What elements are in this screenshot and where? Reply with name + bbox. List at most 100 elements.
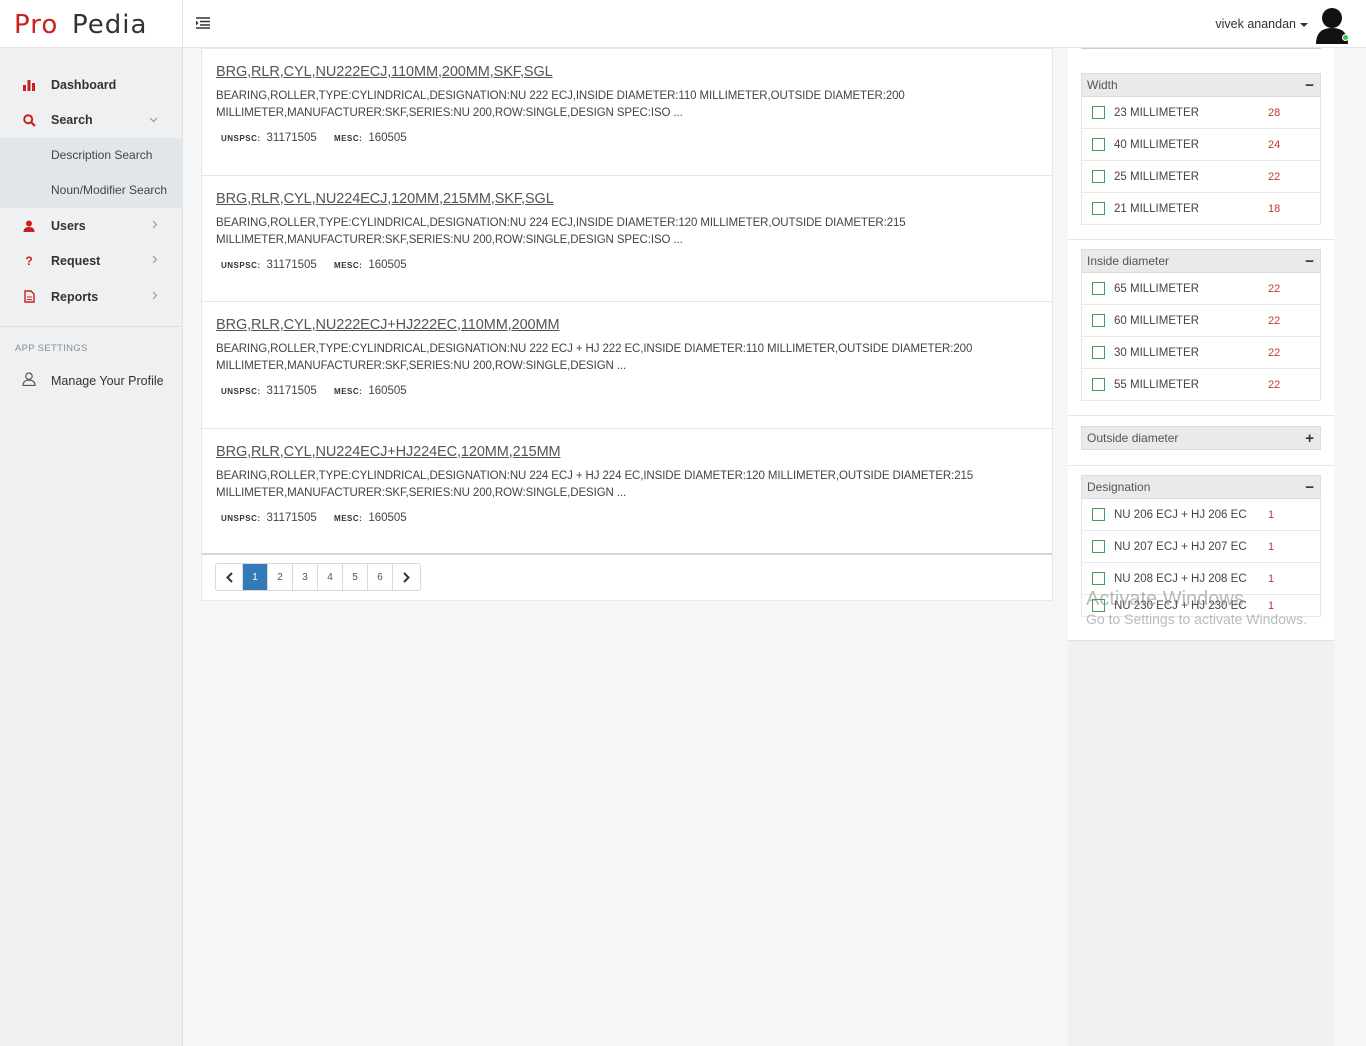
filter-header-inside-diameter[interactable]: Inside diameter − bbox=[1081, 249, 1321, 273]
page-button-2[interactable]: 2 bbox=[268, 564, 293, 590]
page-button-3[interactable]: 3 bbox=[293, 564, 318, 590]
checkbox[interactable] bbox=[1092, 138, 1105, 151]
filter-header-outside-diameter[interactable]: Outside diameter + bbox=[1081, 426, 1321, 450]
sidebar-item-users[interactable]: Users bbox=[0, 208, 182, 244]
filter-option-label: 40 MILLIMETER bbox=[1114, 138, 1199, 151]
result-title-link[interactable]: BRG,RLR,CYL,NU222ECJ+HJ222EC,110MM,200MM bbox=[216, 317, 560, 333]
page-button-5[interactable]: 5 bbox=[343, 564, 368, 590]
mesc-value: 160505 bbox=[368, 132, 407, 144]
result-item: BRG,RLR,CYL,NU222ECJ,110MM,200MM,SKF,SGL… bbox=[202, 49, 1052, 176]
filter-option-count: 28 bbox=[1268, 106, 1281, 119]
result-item: BRG,RLR,CYL,NU224ECJ+HJ224EC,120MM,215MM… bbox=[202, 429, 1052, 555]
unspsc-value: 31171505 bbox=[266, 511, 317, 524]
filter-top-divider bbox=[1081, 48, 1321, 49]
search-icon bbox=[22, 113, 36, 127]
menu-toggle-icon[interactable] bbox=[196, 17, 210, 29]
filter-header-designation[interactable]: Designation − bbox=[1081, 475, 1321, 499]
filter-title: Outside diameter bbox=[1087, 431, 1179, 445]
filter-option: NU 207 ECJ + HJ 207 EC 1 bbox=[1081, 531, 1321, 563]
filter-title: Inside diameter bbox=[1087, 254, 1170, 268]
page-button-6[interactable]: 6 bbox=[368, 564, 393, 590]
submenu-item-description-search[interactable]: Description Search bbox=[0, 138, 182, 173]
user-menu[interactable]: vivek anandan bbox=[1215, 17, 1308, 31]
next-page-button[interactable] bbox=[393, 564, 420, 590]
search-submenu: Description Search Noun/Modifier Search bbox=[0, 138, 182, 208]
filter-option-label: 30 MILLIMETER bbox=[1114, 346, 1199, 359]
result-codes: UNSPSC: 31171505 MESC: 160505 bbox=[216, 385, 1038, 397]
sidebar-nav: Dashboard Search Description Search Noun… bbox=[0, 67, 182, 315]
result-title-link[interactable]: BRG,RLR,CYL,NU222ECJ,110MM,200MM,SKF,SGL bbox=[216, 64, 553, 80]
filter-option-label: NU 206 ECJ + HJ 206 EC bbox=[1114, 508, 1247, 521]
result-title-link[interactable]: BRG,RLR,CYL,NU224ECJ,120MM,215MM,SKF,SGL bbox=[216, 191, 554, 207]
mesc-label: MESC: bbox=[334, 513, 363, 523]
result-description: BEARING,ROLLER,TYPE:CYLINDRICAL,DESIGNAT… bbox=[216, 469, 974, 499]
result-codes: UNSPSC: 31171505 MESC: 160505 bbox=[216, 512, 1038, 524]
checkbox[interactable] bbox=[1092, 572, 1105, 585]
result-title-link[interactable]: BRG,RLR,CYL,NU224ECJ+HJ224EC,120MM,215MM bbox=[216, 444, 561, 460]
unspsc-value: 31171505 bbox=[266, 258, 317, 271]
result-description: BEARING,ROLLER,TYPE:CYLINDRICAL,DESIGNAT… bbox=[216, 90, 905, 119]
mesc-value: 160505 bbox=[368, 385, 407, 397]
user-outline-icon bbox=[22, 372, 36, 389]
mesc-label: MESC: bbox=[334, 134, 363, 143]
logo[interactable]: Pro Pedia bbox=[0, 0, 182, 48]
checkbox[interactable] bbox=[1092, 170, 1105, 183]
checkbox[interactable] bbox=[1092, 282, 1105, 295]
sidebar-item-manage-profile[interactable]: Manage Your Profile bbox=[0, 366, 182, 396]
chevron-right-icon bbox=[152, 255, 158, 267]
checkbox[interactable] bbox=[1092, 106, 1105, 119]
sidebar-item-request[interactable]: ? Request bbox=[0, 244, 182, 280]
filter-option-count: 1 bbox=[1268, 572, 1275, 585]
filter-option-count: 1 bbox=[1268, 540, 1275, 553]
collapse-icon[interactable]: − bbox=[1305, 253, 1314, 270]
filter-divider bbox=[1068, 239, 1334, 240]
filter-option-count: 18 bbox=[1268, 202, 1281, 215]
checkbox[interactable] bbox=[1092, 540, 1105, 553]
filter-option-count: 22 bbox=[1268, 314, 1281, 327]
checkbox[interactable] bbox=[1092, 202, 1105, 215]
checkbox[interactable] bbox=[1092, 508, 1105, 521]
app-settings-heading: APP SETTINGS bbox=[15, 342, 88, 354]
filter-option-count: 22 bbox=[1268, 282, 1281, 295]
sidebar: Pro Pedia Dashboard Search Description S… bbox=[0, 0, 183, 1046]
sidebar-item-label: Search bbox=[51, 113, 93, 128]
filter-option: NU 230 ECJ + HJ 230 EC 1 bbox=[1081, 595, 1321, 617]
sidebar-item-label: Request bbox=[51, 254, 101, 269]
sidebar-item-reports[interactable]: Reports bbox=[0, 279, 182, 315]
filter-divider bbox=[1068, 465, 1334, 466]
sidebar-item-search[interactable]: Search bbox=[0, 103, 182, 139]
page-button-1[interactable]: 1 bbox=[243, 564, 268, 590]
prev-page-button[interactable] bbox=[216, 564, 243, 590]
checkbox[interactable] bbox=[1092, 346, 1105, 359]
search-results: BRG,RLR,CYL,NU222ECJ,110MM,200MM,SKF,SGL… bbox=[201, 48, 1053, 601]
filter-option: 25 MILLIMETER 22 bbox=[1081, 161, 1321, 193]
filter-option: 65 MILLIMETER 22 bbox=[1081, 273, 1321, 305]
filter-option-count: 1 bbox=[1268, 508, 1275, 521]
filter-option-label: NU 208 ECJ + HJ 208 EC bbox=[1114, 572, 1247, 585]
collapse-icon[interactable]: − bbox=[1305, 479, 1314, 496]
filter-option: 60 MILLIMETER 22 bbox=[1081, 305, 1321, 337]
collapse-icon[interactable]: − bbox=[1305, 77, 1314, 94]
chevron-down-icon bbox=[149, 114, 158, 126]
page-button-4[interactable]: 4 bbox=[318, 564, 343, 590]
submenu-item-noun-modifier-search[interactable]: Noun/Modifier Search bbox=[0, 173, 182, 208]
filter-option-count: 24 bbox=[1268, 138, 1281, 151]
checkbox[interactable] bbox=[1092, 599, 1105, 612]
chevron-left-icon bbox=[225, 571, 233, 583]
unspsc-value: 31171505 bbox=[266, 132, 317, 144]
sidebar-item-label: Reports bbox=[51, 289, 99, 304]
result-item: BRG,RLR,CYL,NU224ECJ,120MM,215MM,SKF,SGL… bbox=[202, 176, 1052, 302]
filter-header-width[interactable]: Width − bbox=[1081, 73, 1321, 97]
unspsc-label: UNSPSC: bbox=[221, 513, 261, 523]
filter-option: NU 206 ECJ + HJ 206 EC 1 bbox=[1081, 499, 1321, 531]
unspsc-label: UNSPSC: bbox=[221, 134, 261, 143]
svg-text:Pedia: Pedia bbox=[72, 10, 147, 38]
result-codes: UNSPSC: 31171505 MESC: 160505 bbox=[216, 259, 1038, 271]
checkbox[interactable] bbox=[1092, 314, 1105, 327]
result-codes: UNSPSC: 31171505 MESC: 160505 bbox=[216, 132, 1038, 144]
checkbox[interactable] bbox=[1092, 378, 1105, 391]
sidebar-item-label: Manage Your Profile bbox=[51, 373, 164, 388]
expand-icon[interactable]: + bbox=[1305, 430, 1314, 447]
filter-option-label: NU 207 ECJ + HJ 207 EC bbox=[1114, 540, 1247, 553]
sidebar-item-dashboard[interactable]: Dashboard bbox=[0, 67, 182, 103]
